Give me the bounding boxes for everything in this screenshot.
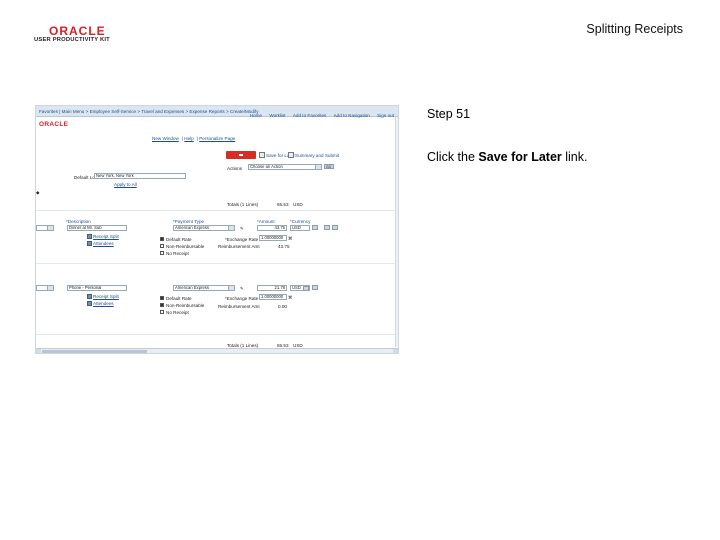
add-to-navigation-link[interactable]: Add to Navigation [334, 113, 370, 118]
instruction-suffix: link. [561, 150, 588, 164]
scrollbar-thumb[interactable] [42, 350, 147, 353]
help-link[interactable]: Help [184, 136, 193, 141]
receipt-split-link-2[interactable]: Receipt Split [93, 294, 119, 299]
worklist-link[interactable]: Worklist [269, 113, 285, 118]
save-for-later-highlight[interactable] [226, 151, 256, 159]
line-divider [36, 263, 395, 264]
payment-type-dropdown-1[interactable]: American Express [173, 225, 235, 231]
calculator-icon-2[interactable]: ⌘ [288, 295, 293, 301]
scroll-left-arrow[interactable] [36, 349, 41, 353]
actions-label: Actions [227, 166, 243, 171]
non-reimbursable-checkbox-1[interactable] [160, 244, 164, 248]
default-location-input[interactable]: New York, New York [94, 173, 186, 179]
oracle-upk-logo: ORACLE USER PRODUCTIVITY KIT [34, 24, 126, 46]
pencil-icon-2[interactable]: ✎ [240, 286, 244, 292]
scroll-right-arrow[interactable] [393, 349, 398, 353]
reimbursement-amount-value-2: 0.00 [278, 304, 287, 309]
no-receipt-label-2: No Receipt [166, 310, 189, 315]
sign-out-link[interactable]: Sign out [377, 113, 394, 118]
receipt-split-icon-1[interactable] [87, 234, 92, 239]
step-number: Step 51 [427, 107, 471, 121]
attendees-link-1[interactable]: Attendees [93, 241, 114, 246]
top-navigation-bar: Favorites | Main Menu > Employee Self-Se… [36, 106, 398, 118]
logo-wordmark: ORACLE [49, 24, 106, 38]
payment-type-dropdown-2[interactable]: American Express [173, 285, 235, 291]
add-line-button-1[interactable] [324, 225, 330, 230]
non-reimbursable-label-2: Non-Reimbursable [166, 303, 205, 308]
exchange-rate-label-2: *Exchange Rate [225, 296, 259, 301]
document-title: Splitting Receipts [586, 22, 683, 36]
default-rate-label-1: Default Rate [166, 237, 192, 242]
calculator-icon-1[interactable]: ⌘ [288, 236, 293, 242]
amount-input-2[interactable]: 21.78 [257, 285, 287, 291]
exchange-rate-label-1: *Exchange Rate [225, 237, 259, 242]
attendees-icon-1[interactable] [87, 241, 92, 246]
page-sub-links: New Window | Help | Personalize Page [152, 136, 236, 141]
bottom-divider [36, 334, 395, 335]
no-receipt-checkbox-1[interactable] [160, 251, 164, 255]
header-links: Home Worklist Add to Favorites Add to Na… [244, 113, 394, 118]
pencil-icon-1[interactable]: ✎ [240, 226, 244, 232]
amount-header: *Amount [257, 219, 275, 224]
default-rate-checkbox-1[interactable] [160, 237, 164, 241]
step-instruction: Click the Save for Later link. [427, 150, 587, 164]
left-edge-icon: ◆ [36, 190, 40, 195]
currency-lookup-icon-2[interactable] [312, 285, 318, 290]
description-header: *Description [66, 219, 91, 224]
add-line-button-2[interactable] [303, 286, 309, 291]
description-input-1[interactable]: Dinner at Mr. Sub [67, 225, 127, 231]
amount-input-1[interactable]: 43.75 [257, 225, 287, 231]
totals-label-top: Totals (1 Lines) [227, 202, 259, 207]
reimbursement-amount-label-1: Reimbursement Amt [218, 244, 260, 249]
no-receipt-label-1: No Receipt [166, 251, 189, 256]
payment-type-header: *Payment Type [173, 219, 205, 224]
section-divider [36, 210, 395, 211]
instruction-prefix: Click the [427, 150, 479, 164]
logo-subtitle: USER PRODUCTIVITY KIT [34, 37, 110, 43]
breadcrumb[interactable]: Favorites | Main Menu > Employee Self-Se… [39, 109, 259, 114]
description-input-2[interactable]: Phone - Personal [67, 285, 127, 291]
add-to-favorites-link[interactable]: Add to Favorites [293, 113, 326, 118]
exchange-rate-input-2[interactable]: 1.00000000 [259, 294, 287, 300]
apply-to-all-link[interactable]: Apply to All [114, 182, 137, 187]
attendees-link-2[interactable]: Attendees [93, 301, 114, 306]
attendees-icon-2[interactable] [87, 301, 92, 306]
expense-type-dropdown-2[interactable] [36, 285, 54, 291]
delete-line-button-1[interactable] [332, 225, 338, 230]
currency-header: *Currency [290, 219, 311, 224]
summary-and-submit-link[interactable]: Summary and Submit [295, 153, 339, 158]
exchange-rate-input-1[interactable]: 1.00000000 [259, 235, 287, 241]
actions-dropdown[interactable]: Choose an Action [248, 164, 322, 170]
personalize-page-link[interactable]: Personalize Page [199, 136, 235, 141]
default-rate-label-2: Default Rate [166, 296, 192, 301]
totals-currency-top: USD [293, 202, 303, 207]
receipt-split-icon-2[interactable] [87, 294, 92, 299]
no-receipt-checkbox-2[interactable] [160, 310, 164, 314]
save-icon[interactable] [259, 152, 265, 158]
non-reimbursable-checkbox-2[interactable] [160, 303, 164, 307]
new-window-link[interactable]: New Window [152, 136, 179, 141]
expense-type-dropdown-1[interactable] [36, 225, 54, 231]
totals-amount-top: 65.53 [277, 202, 289, 207]
reimbursement-amount-label-2: Reimbursement Amt [218, 304, 260, 309]
receipt-split-link-1[interactable]: Receipt Split [93, 234, 119, 239]
non-reimbursable-label-1: Non-Reimbursable [166, 244, 205, 249]
application-screenshot: Favorites | Main Menu > Employee Self-Se… [35, 105, 399, 354]
reimbursement-amount-value-1: 43.75 [278, 244, 290, 249]
instruction-target: Save for Later [478, 150, 562, 164]
default-rate-checkbox-2[interactable] [160, 296, 164, 300]
currency-lookup-icon-1[interactable] [312, 225, 318, 230]
action-toolbar: Save for Later Summary and Submit [226, 151, 398, 160]
home-link[interactable]: Home [250, 113, 262, 118]
app-brand-logo: ORACLE [39, 121, 69, 128]
summary-icon[interactable] [288, 152, 294, 158]
horizontal-scrollbar[interactable] [36, 348, 398, 353]
go-button-label: GO [326, 165, 332, 169]
currency-input-1[interactable]: USD [290, 225, 310, 231]
